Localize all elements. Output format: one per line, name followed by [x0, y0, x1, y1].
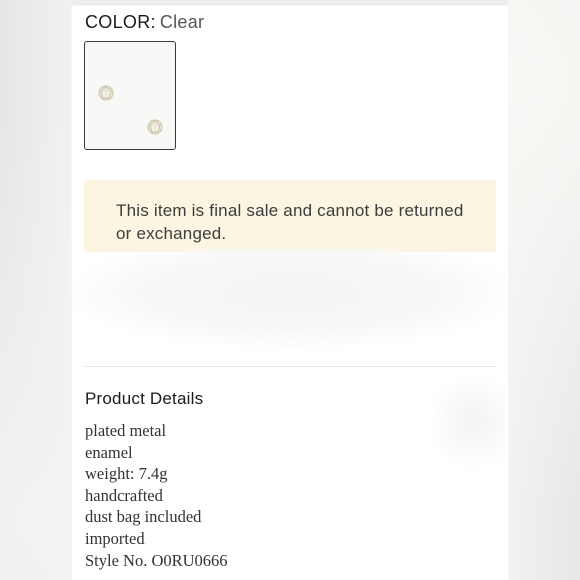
detail-item: plated metal	[85, 421, 167, 440]
product-details-title: Product Details	[85, 389, 204, 408]
detail-item: Style No. O0RU0666	[85, 550, 228, 570]
color-label: COLOR:	[85, 12, 156, 32]
detail-item: imported	[85, 528, 145, 548]
obscured-area	[426, 372, 506, 472]
obscured-area	[74, 248, 508, 348]
detail-item: dust bag included	[85, 507, 202, 527]
color-selector-label: COLOR: Clear	[85, 12, 204, 33]
color-value: Clear	[159, 12, 205, 32]
detail-item: handcrafted	[85, 485, 163, 505]
product-details-list: plated metal enamel weight: 7.4g handcra…	[85, 420, 228, 571]
final-sale-notice: This item is final sale and cannot be re…	[84, 180, 496, 252]
stud-earring-icon	[147, 119, 163, 135]
detail-item: weight: 7.4g	[85, 464, 168, 484]
stud-earring-icon	[98, 85, 114, 101]
section-divider	[84, 366, 496, 367]
color-swatch-clear[interactable]	[84, 41, 176, 150]
top-bar-edge	[72, 0, 508, 4]
detail-item: enamel	[85, 442, 133, 462]
